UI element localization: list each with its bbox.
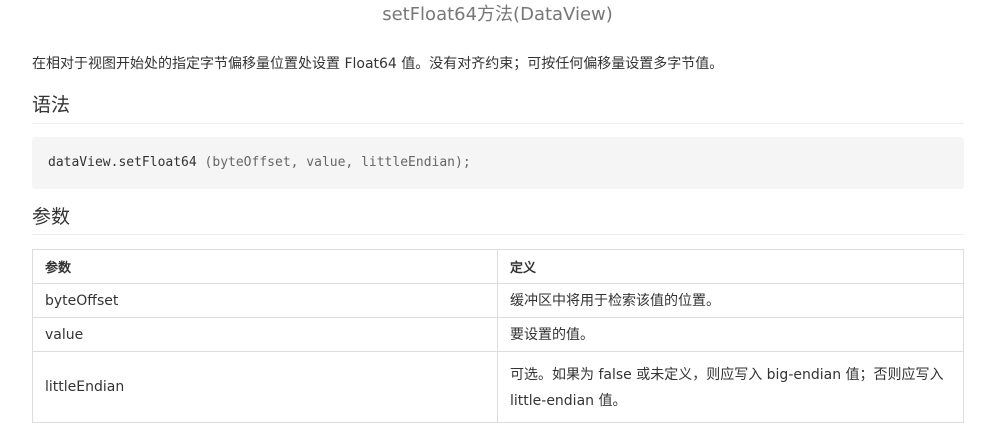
table-row: littleEndian 可选。如果为 false 或未定义，则应写入 big-…	[32, 351, 964, 423]
parameters-heading: 参数	[32, 206, 71, 228]
parameter-definition: 要设置的值。	[497, 317, 964, 352]
syntax-heading: 语法	[32, 94, 71, 116]
syntax-code-call: dataView.setFloat64	[48, 155, 205, 170]
table-row: value 要设置的值。	[32, 317, 964, 352]
parameter-definition: 可选。如果为 false 或未定义，则应写入 big-endian 值；否则应写…	[497, 351, 964, 423]
table-row: byteOffset 缓冲区中将用于检索该值的位置。	[32, 283, 964, 318]
parameter-name: byteOffset	[32, 283, 498, 318]
column-header-parameter: 参数	[32, 249, 498, 284]
syntax-heading-divider	[32, 123, 964, 124]
syntax-code: dataView.setFloat64 (byteOffset, value, …	[48, 154, 471, 172]
parameters-heading-divider	[32, 234, 964, 235]
intro-paragraph: 在相对于视图开始处的指定字节偏移量位置处设置 Float64 值。没有对齐约束；…	[32, 56, 724, 72]
parameter-definition: 缓冲区中将用于检索该值的位置。	[497, 283, 964, 318]
syntax-code-block: dataView.setFloat64 (byteOffset, value, …	[32, 137, 964, 189]
table-header-row: 参数 定义	[32, 249, 964, 284]
page-title: setFloat64方法(DataView)	[382, 4, 613, 25]
parameters-table: 参数 定义 byteOffset 缓冲区中将用于检索该值的位置。 value 要…	[32, 249, 964, 423]
parameter-name: littleEndian	[32, 351, 498, 423]
document-page: setFloat64方法(DataView) 在相对于视图开始处的指定字节偏移量…	[0, 0, 982, 423]
column-header-definition: 定义	[497, 249, 964, 284]
syntax-code-args: (byteOffset, value, littleEndian);	[204, 155, 471, 170]
parameter-name: value	[32, 317, 498, 352]
